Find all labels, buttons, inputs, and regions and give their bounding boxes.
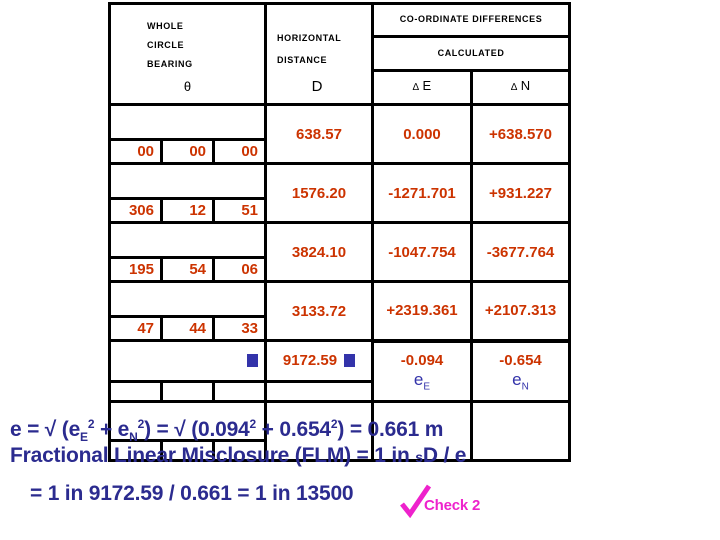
bearing-blank-cell-3 [108,221,267,259]
header-bearing-symbol-theta: θ [183,78,192,94]
formula-line-1: e = √ (eE2 + eN2) = √ (0.0942 + 0.6542) … [10,417,710,444]
delta-e-misclosure-cell: -0.094 eE [371,338,473,403]
formula-l1-post: ) = 0.661 m [337,418,444,441]
table-row: 638.57 0.000 +638.570 [108,103,572,165]
bearing-blank-cell-4 [108,280,267,318]
formula-l1-mid2: ) = √ (0.094 [144,418,250,441]
header-distance-line2: DISTANCE [277,55,328,66]
delta-symbol-e: ∆ [412,82,419,94]
formula-line-3: = 1 in 9172.59 / 0.661 = 1 in 13500 [30,481,354,505]
bearing-seconds-3: 06 [212,256,267,283]
formula-l1-mid1: + e [94,418,130,441]
bearing-degrees-2: 306 [108,197,163,224]
delta-e-misclosure-label: eE [374,371,470,392]
delta-e-cell-3: -1047.754 [371,221,473,283]
header-whole-circle-bearing: WHOLE CIRCLE BEARING θ [108,2,267,106]
bearing-seconds-2: 51 [212,197,267,224]
delta-n-misclosure-value: -0.654 [499,352,542,370]
bearing-seconds-1: 00 [212,138,267,165]
empty-distance-cell [264,380,374,403]
formula-l1-pre: e = √ (e [10,418,81,441]
formula-l1-sub2: N [129,430,138,445]
delta-symbol-n: ∆ [510,82,518,94]
delta-n-cell-1: +638.570 [469,103,572,165]
header-distance-line1: HORIZONTAL [277,32,342,43]
bearing-blank-cell-2 [108,162,267,200]
header-bearing-line2: CIRCLE [147,39,185,50]
header-row-1: WHOLE CIRCLE BEARING θ HORIZONTAL DISTAN… [108,2,572,106]
flm-text-b: D / e [422,444,467,468]
e-symbol: e [413,369,424,389]
bearing-minutes-1: 00 [160,138,215,165]
distance-cell-4: 3133.72 [264,280,374,342]
delta-n-misclosure-label: eN [473,371,568,392]
delta-e-cell-1: 0.000 [371,103,473,165]
bearing-degrees-1: 00 [108,138,163,165]
formula-l1-sub1: E [80,430,88,445]
delta-n-misclosure-cell: -0.654 eN [469,338,572,403]
empty-bearing-deg-cell [108,380,163,403]
header-delta-e: ∆ E [371,68,473,107]
formula-l1-mid3: + 0.654 [256,418,331,441]
distance-cell-3: 3824.10 [264,221,374,283]
delta-n-cell-2: +931.227 [469,162,572,224]
e-subscript-n: N [521,381,529,393]
header-delta-n-label: N [520,78,531,94]
empty-bearing-sec-cell [212,380,267,403]
table-row: 3133.72 +2319.361 +2107.313 [108,280,572,342]
bearing-minutes-3: 54 [160,256,215,283]
bearing-sum-marker-cell [108,339,267,383]
empty-bearing-min-cell [160,380,215,403]
formula-block: e = √ (eE2 + eN2) = √ (0.0942 + 0.6542) … [10,417,710,506]
e-subscript-e: E [423,381,431,393]
bearing-degrees-4: 47 [108,315,163,342]
blue-square-marker-icon [344,354,356,368]
flm-text-a: Fractional Linear Misclosure (FLM) = 1 i… [10,444,416,468]
distance-cell-2: 1576.20 [264,162,374,224]
table-row: 1576.20 -1271.701 +931.227 [108,162,572,224]
bearing-degrees-3: 195 [108,256,163,283]
delta-e-cell-2: -1271.701 [371,162,473,224]
check-label: Check 2 [424,497,481,514]
bearing-minutes-4: 44 [160,315,215,342]
header-delta-n: ∆ N [469,68,572,107]
totals-row: 9172.59 -0.094 eE -0.654 eN [108,338,572,403]
header-coordinate-differences: CO-ORDINATE DIFFERENCES [370,2,572,38]
bearing-seconds-4: 33 [212,315,267,342]
delta-n-cell-4: +2107.313 [469,280,572,342]
header-bearing-line3: BEARING [147,59,193,70]
delta-n-cell-3: -3677.764 [469,221,572,283]
distance-total-cell: 9172.59 [264,339,374,383]
e-symbol: e [512,369,522,389]
delta-e-misclosure-value: -0.094 [400,352,444,370]
header-horizontal-distance: HORIZONTAL DISTANCE D [264,2,374,106]
table-row: 3824.10 -1047.754 -3677.764 [108,221,572,283]
header-distance-symbol-d: D [311,77,323,95]
bearing-minutes-2: 12 [160,197,215,224]
header-calculated: CALCULATED [370,34,572,72]
header-bearing-line1: WHOLE [147,20,184,31]
header-delta-e-label: E [422,78,432,94]
distance-cell-1: 638.57 [264,103,374,165]
delta-e-cell-4: +2319.361 [371,280,473,342]
bearing-blank-cell-1 [108,103,267,141]
blue-square-marker-icon [247,354,258,368]
traverse-computation-table: WHOLE CIRCLE BEARING θ HORIZONTAL DISTAN… [108,2,572,462]
formula-line-2: Fractional Linear Misclosure (FLM) = 1 i… [10,444,710,469]
flm-subscript-s: s [415,449,423,466]
distance-total-value: 9172.59 [282,352,338,369]
